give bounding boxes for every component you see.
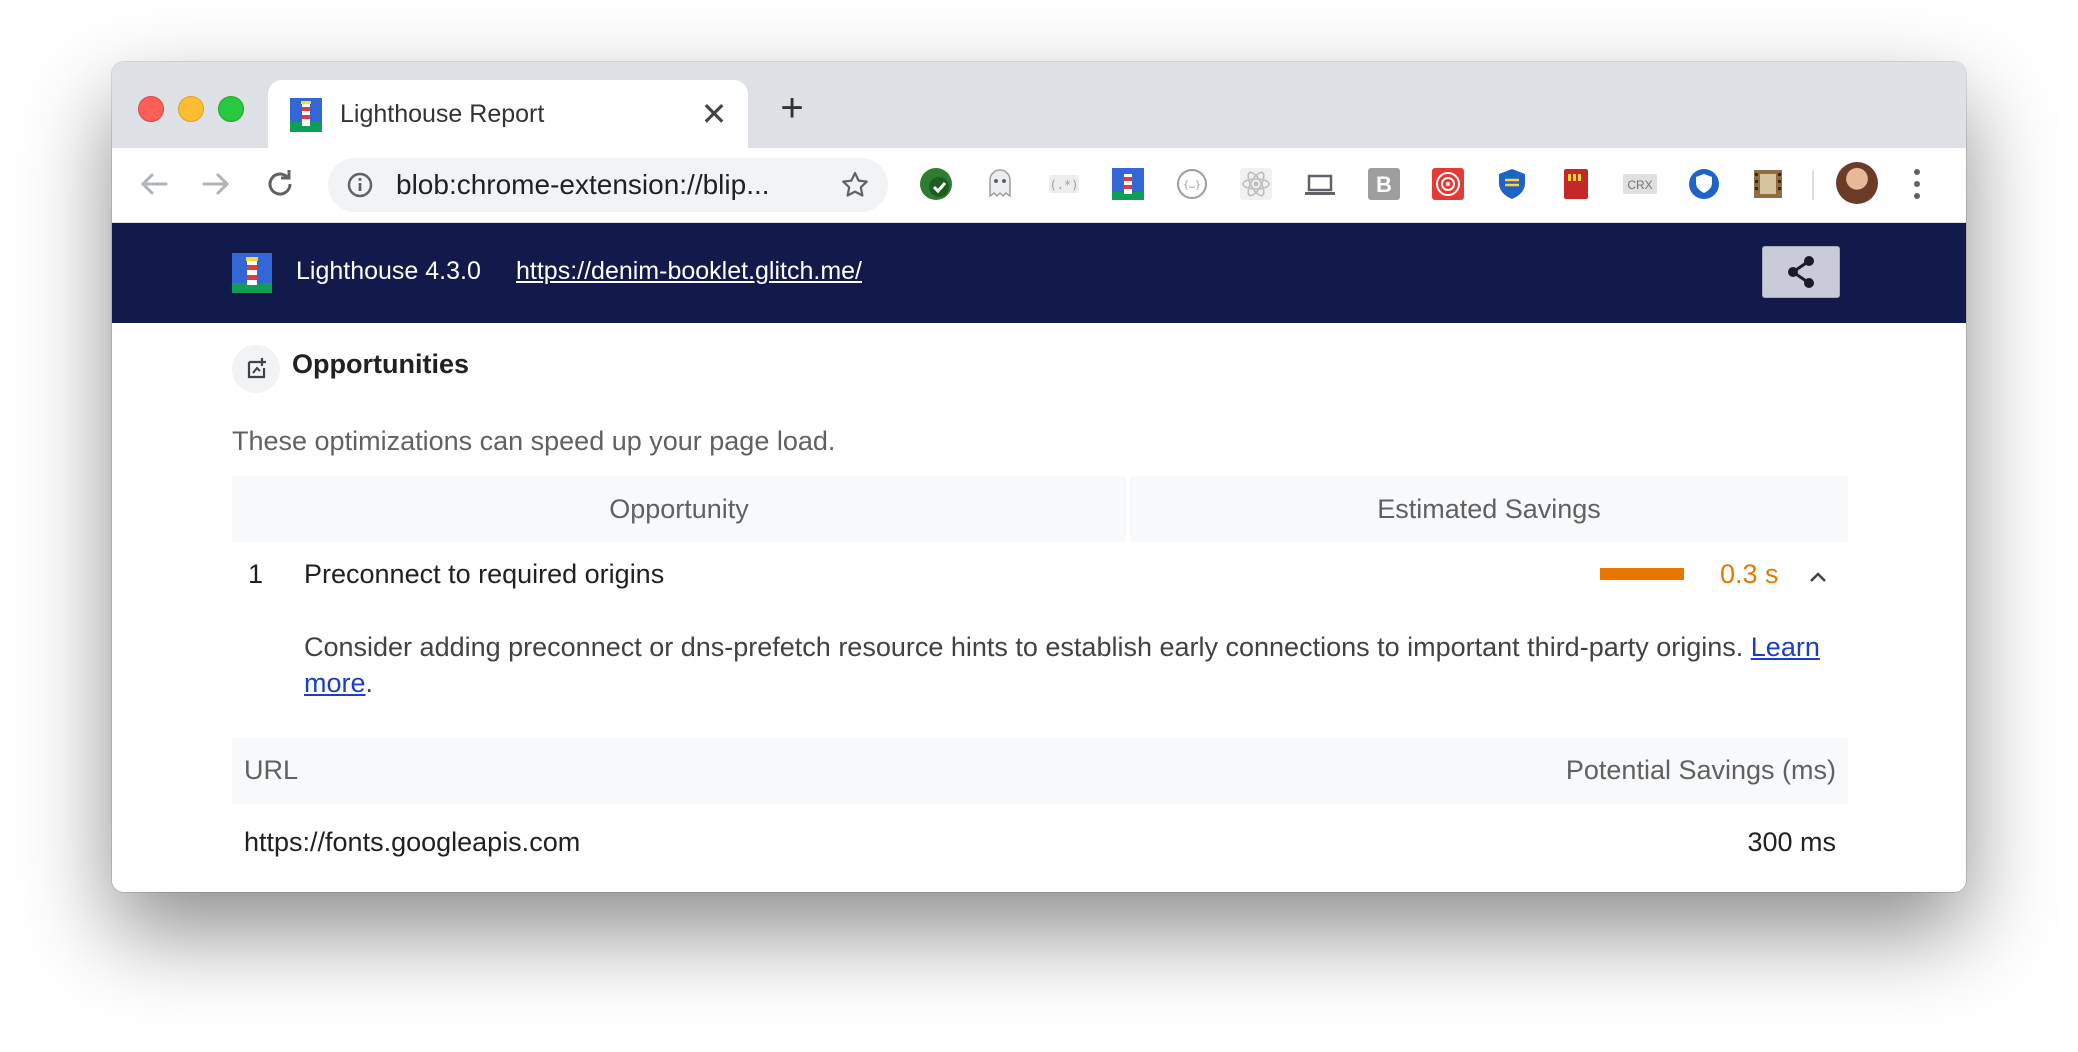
minimize-window-button[interactable] xyxy=(178,96,204,122)
sd-card-extension-icon[interactable] xyxy=(1558,166,1594,202)
star-icon[interactable] xyxy=(840,170,870,200)
section-description: These optimizations can speed up your pa… xyxy=(232,426,836,456)
target-extension-icon[interactable] xyxy=(1430,166,1466,202)
svg-text:B: B xyxy=(1376,172,1392,197)
film-extension-icon[interactable] xyxy=(1750,166,1786,202)
maximize-window-button[interactable] xyxy=(218,96,244,122)
share-button[interactable] xyxy=(1762,246,1840,298)
savings-sparkbar xyxy=(1600,568,1684,580)
column-header-estimated-savings: Estimated Savings xyxy=(1130,476,1848,542)
audit-description-text: Consider adding preconnect or dns-prefet… xyxy=(304,632,1744,662)
details-table-header: URL Potential Savings (ms) xyxy=(232,738,1848,804)
ghost-extension-icon[interactable] xyxy=(982,166,1018,202)
json-extension-icon[interactable]: {…} xyxy=(1174,166,1210,202)
laptop-extension-icon[interactable] xyxy=(1302,166,1338,202)
address-text[interactable]: blob:chrome-extension://blip... xyxy=(396,169,806,201)
forward-arrow-icon[interactable] xyxy=(196,164,236,204)
details-column-savings: Potential Savings (ms) xyxy=(1565,755,1836,785)
svg-text:{…}: {…} xyxy=(1183,180,1201,191)
audit-description: Consider adding preconnect or dns-prefet… xyxy=(304,629,1864,701)
reload-icon[interactable] xyxy=(260,164,300,204)
react-extension-icon[interactable] xyxy=(1238,166,1274,202)
report-content: Opportunities These optimizations can sp… xyxy=(112,323,1966,892)
blue-shield-extension-icon[interactable] xyxy=(1686,166,1722,202)
lighthouse-extension-icon[interactable] xyxy=(1110,166,1146,202)
new-tab-button[interactable]: + xyxy=(772,88,812,128)
close-window-button[interactable] xyxy=(138,96,164,122)
tab-bar: Lighthouse Report ✕ + xyxy=(112,62,1966,150)
chevron-up-icon[interactable] xyxy=(1804,563,1832,591)
details-row-savings: 300 ms xyxy=(1747,827,1836,857)
audit-savings: 0.3 s xyxy=(1720,559,1779,589)
audit-title[interactable]: Preconnect to required origins xyxy=(304,559,664,590)
browser-toolbar: blob:chrome-extension://blip... (.*) {…}… xyxy=(112,148,1966,223)
shield-extension-icon[interactable] xyxy=(1494,166,1530,202)
period: . xyxy=(365,668,374,698)
crx-extension-icon[interactable]: CRX xyxy=(1622,166,1658,202)
lighthouse-logo-icon xyxy=(232,253,272,293)
audit-index: 1 xyxy=(248,559,264,589)
address-bar[interactable]: blob:chrome-extension://blip... xyxy=(328,158,888,212)
green-check-extension-icon[interactable] xyxy=(918,166,954,202)
regex-extension-icon[interactable]: (.*) xyxy=(1046,166,1082,202)
column-header-opportunity: Opportunity xyxy=(232,476,1126,542)
opportunities-section-icon xyxy=(232,345,280,393)
info-icon[interactable] xyxy=(346,171,374,199)
toolbar-divider xyxy=(1812,170,1814,200)
lighthouse-icon xyxy=(290,98,322,132)
svg-text:CRX: CRX xyxy=(1627,178,1652,192)
section-title: Opportunities xyxy=(292,349,469,379)
details-row-url: https://fonts.googleapis.com xyxy=(244,827,581,857)
more-options-icon[interactable] xyxy=(1912,166,1922,202)
b-extension-icon[interactable]: B xyxy=(1366,166,1402,202)
profile-avatar[interactable] xyxy=(1836,162,1878,204)
audited-url-link[interactable]: https://denim-booklet.glitch.me/ xyxy=(516,257,862,286)
browser-window: Lighthouse Report ✕ + blob:chrome-extens… xyxy=(112,62,1966,892)
tab-lighthouse-report[interactable]: Lighthouse Report ✕ xyxy=(268,80,748,150)
savings-sparkbar-fill xyxy=(1600,568,1684,580)
tab-title: Lighthouse Report xyxy=(340,100,545,128)
svg-text:(.*): (.*) xyxy=(1050,178,1079,192)
share-icon xyxy=(1788,256,1814,288)
close-tab-icon[interactable]: ✕ xyxy=(698,94,730,134)
lighthouse-version: Lighthouse 4.3.0 xyxy=(296,257,481,285)
back-arrow-icon[interactable] xyxy=(134,164,174,204)
lighthouse-topbar: Lighthouse 4.3.0 https://denim-booklet.g… xyxy=(112,223,1966,323)
details-column-url: URL xyxy=(244,755,299,785)
